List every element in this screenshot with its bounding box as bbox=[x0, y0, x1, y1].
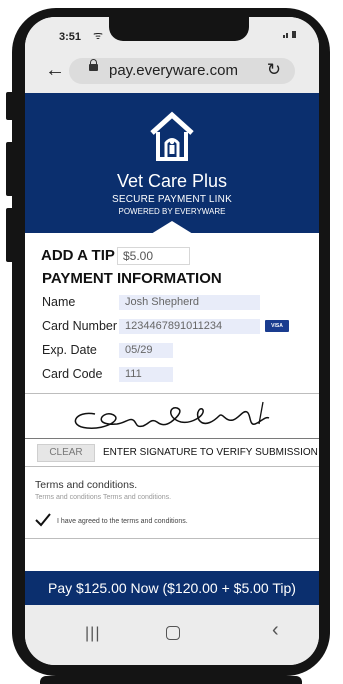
name-label: Name bbox=[42, 295, 76, 309]
reload-icon[interactable]: ↻ bbox=[267, 60, 281, 80]
checkmark-icon[interactable] bbox=[35, 513, 51, 527]
terms-body: Terms and conditions Terms and condition… bbox=[35, 494, 172, 501]
exp-date-field[interactable]: 05/29 bbox=[119, 343, 173, 358]
divider bbox=[25, 393, 319, 394]
secure-link-subtitle: SECURE PAYMENT LINK bbox=[112, 194, 232, 205]
address-bar[interactable]: pay.everyware.com ↻ bbox=[69, 58, 295, 84]
divider bbox=[25, 538, 319, 539]
signature-baseline bbox=[25, 438, 319, 439]
agree-terms-label: I have agreed to the terms and condition… bbox=[57, 518, 188, 525]
browser-toolbar: ← pay.everyware.com ↻ bbox=[25, 51, 319, 93]
phone-bottom-edge bbox=[40, 676, 302, 684]
visa-icon: VISA bbox=[265, 320, 289, 332]
wifi-icon: ᯤ bbox=[93, 30, 104, 42]
home-icon[interactable] bbox=[166, 626, 180, 640]
card-number-field[interactable]: 1234467891011234 bbox=[119, 319, 260, 334]
header-banner: Vet Care Plus SECURE PAYMENT LINK POWERE… bbox=[25, 93, 319, 234]
tip-input[interactable]: $5.00 bbox=[117, 247, 190, 265]
signature-pad[interactable] bbox=[65, 396, 285, 438]
terms-title: Terms and conditions. bbox=[35, 479, 138, 491]
camera-notch bbox=[109, 17, 249, 41]
pay-now-button[interactable]: Pay $125.00 Now ($120.00 + $5.00 Tip) bbox=[25, 571, 319, 605]
android-nav-bar: ||| ‹ bbox=[25, 605, 319, 665]
signal-icon bbox=[283, 30, 297, 40]
exp-date-label: Exp. Date bbox=[42, 343, 97, 357]
card-code-field[interactable]: 111 bbox=[119, 367, 173, 382]
recent-apps-icon[interactable]: ||| bbox=[85, 625, 100, 643]
lock-icon bbox=[89, 59, 98, 71]
status-time: 3:51 bbox=[59, 31, 82, 43]
back-chevron-icon[interactable]: ‹ bbox=[272, 619, 279, 642]
signature-instruction: ENTER SIGNATURE TO VERIFY SUBMISSION bbox=[103, 447, 318, 458]
back-arrow-icon[interactable]: ← bbox=[45, 59, 65, 82]
brand-name: Vet Care Plus bbox=[116, 171, 228, 191]
name-field[interactable]: Josh Shepherd bbox=[119, 295, 260, 310]
card-code-label: Card Code bbox=[42, 367, 103, 381]
payment-info-heading: PAYMENT INFORMATION bbox=[42, 270, 222, 287]
phone-screen: 3:51 ᯤ ← pay.everyware.com ↻ Vet Care Pl… bbox=[25, 17, 319, 665]
payment-form: ADD A TIP $5.00 PAYMENT INFORMATION Name… bbox=[25, 233, 319, 593]
url-text: pay.everyware.com bbox=[109, 62, 238, 79]
clear-signature-button[interactable]: CLEAR bbox=[37, 444, 95, 462]
dog-house-icon bbox=[150, 111, 194, 161]
card-number-label: Card Number bbox=[42, 319, 118, 333]
divider bbox=[25, 466, 319, 467]
tip-heading: ADD A TIP bbox=[41, 247, 115, 264]
powered-by: POWERED BY EVERYWARE bbox=[118, 207, 226, 216]
